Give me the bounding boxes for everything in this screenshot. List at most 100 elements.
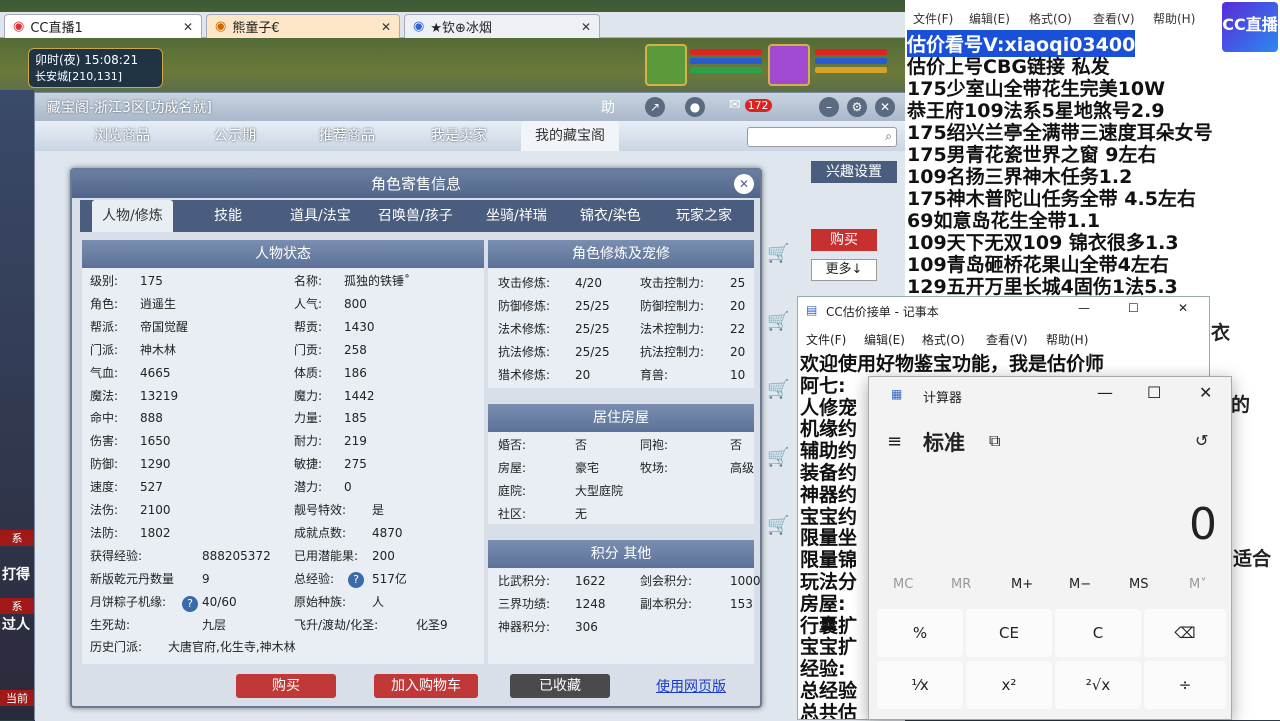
cart-icon[interactable]: 🛒	[767, 515, 789, 536]
nav-public[interactable]: 公示期	[200, 121, 270, 151]
menu-file[interactable]: 文件(F)	[913, 10, 953, 27]
add-to-cart-button[interactable]: 加入购物车	[374, 674, 478, 698]
cbg-nav-bar: 浏览商品 公示期 推荐商品 我是卖家 我的藏宝阁 ⌕	[35, 121, 905, 151]
memory-subtract-button[interactable]: M−	[1069, 577, 1091, 592]
help-icon[interactable]: ?	[182, 596, 198, 612]
menu-view[interactable]: 查看(V)	[1093, 10, 1135, 27]
close-icon[interactable]: ✕	[1199, 383, 1212, 402]
memory-recall-button[interactable]: MR	[951, 577, 971, 592]
info-value: 1000	[730, 574, 761, 588]
menu-edit[interactable]: 编辑(E)	[969, 10, 1010, 27]
web-version-link[interactable]: 使用网页版	[656, 676, 726, 696]
history-icon[interactable]: ↺	[1195, 431, 1208, 450]
help-button[interactable]: 助	[601, 97, 625, 117]
pet-avatar[interactable]	[645, 44, 687, 86]
tab-cc-live[interactable]: ◉ CC直播1 ✕	[4, 14, 202, 38]
close-icon[interactable]: ✕	[734, 174, 754, 194]
cart-icon[interactable]: 🛒	[767, 243, 789, 264]
collected-button[interactable]: 已收藏	[510, 674, 610, 698]
minimize-icon[interactable]: —	[1078, 301, 1090, 315]
menu-format[interactable]: 格式(O)	[922, 331, 965, 348]
menu-help[interactable]: 帮助(H)	[1046, 331, 1088, 348]
info-label: 法术修炼:	[498, 321, 551, 336]
buy-button[interactable]: 购买	[236, 674, 336, 698]
menu-file[interactable]: 文件(F)	[806, 331, 846, 348]
info-label: 房屋:	[498, 460, 527, 475]
stat-value: 1442	[344, 388, 375, 403]
clear-entry-button[interactable]: CE	[966, 609, 1052, 657]
cart-icon[interactable]: ✉ 172	[729, 97, 789, 117]
share-icon[interactable]: ↗	[645, 97, 665, 117]
tab-home[interactable]: 玩家之家	[666, 200, 742, 232]
menu-help[interactable]: 帮助(H)	[1153, 10, 1195, 27]
square-button[interactable]: x²	[966, 661, 1052, 709]
side-label[interactable]: 系	[0, 598, 34, 614]
tab-label: ★钦⊕冰烟	[430, 21, 492, 36]
more-button[interactable]: 更多↓	[811, 259, 877, 281]
tab-xiongtongzi[interactable]: ◉ 熊童子€ ✕	[206, 14, 400, 38]
percent-button[interactable]: %	[877, 609, 963, 657]
browser-tab-bar: ◉ CC直播1 ✕ ◉ 熊童子€ ✕ ◉ ★钦⊕冰烟 ✕	[0, 12, 905, 38]
close-icon[interactable]: ✕	[875, 97, 895, 117]
search-icon[interactable]: ⌕	[885, 129, 892, 144]
stat-label: 成就点数:	[294, 525, 347, 540]
cart-icon[interactable]: 🛒	[767, 447, 789, 468]
side-label[interactable]: 系	[0, 530, 34, 546]
tab-bingyan[interactable]: ◉ ★钦⊕冰烟 ✕	[404, 14, 600, 38]
info-label: 同袍:	[640, 438, 669, 452]
nav-recommend[interactable]: 推荐商品	[305, 121, 389, 151]
divide-button[interactable]: ÷	[1144, 661, 1226, 709]
square-root-button[interactable]: ²√x	[1055, 661, 1141, 709]
stat-value: 275	[344, 457, 367, 472]
menu-edit[interactable]: 编辑(E)	[864, 331, 905, 348]
clear-button[interactable]: C	[1055, 609, 1141, 657]
player-avatar[interactable]	[768, 44, 810, 86]
interest-settings-button[interactable]: 兴趣设置	[811, 161, 897, 183]
record-icon[interactable]: ●	[685, 97, 705, 117]
browser-tab-icon: ◉	[215, 19, 227, 34]
stat-label: 名称:	[294, 274, 323, 288]
info-label: 抗法修炼:	[498, 344, 551, 359]
hamburger-menu-icon[interactable]: ≡	[887, 431, 902, 452]
partial-text: 的	[1231, 394, 1251, 416]
section-heading: 积分 其他	[488, 540, 754, 568]
game-time: 卯时(夜)	[35, 53, 81, 67]
maximize-icon[interactable]: ☐	[1147, 383, 1161, 402]
memory-add-button[interactable]: M+	[1011, 577, 1033, 592]
close-icon[interactable]: ✕	[1178, 301, 1188, 315]
close-icon[interactable]: ✕	[183, 20, 193, 34]
notepad-text[interactable]: 估价看号V:xiaoqi03400 估价上号CBG链接 私发 175少室山全带花生完…	[905, 30, 1280, 298]
cart-icon[interactable]: 🛒	[767, 311, 789, 332]
tab-character[interactable]: 人物/修炼	[92, 200, 173, 232]
search-input[interactable]: ⌕	[747, 127, 897, 147]
maximize-icon[interactable]: ☐	[1128, 301, 1139, 315]
tab-items[interactable]: 道具/法宝	[280, 200, 361, 232]
settings-icon[interactable]: ⚙	[847, 97, 867, 117]
tab-mounts[interactable]: 坐骑/祥瑞	[476, 200, 557, 232]
memory-store-button[interactable]: MS	[1129, 577, 1148, 592]
memory-list-button[interactable]: M˅	[1189, 577, 1207, 592]
tab-skills[interactable]: 技能	[204, 200, 252, 232]
menu-format[interactable]: 格式(O)	[1029, 10, 1072, 27]
keep-on-top-icon[interactable]: ⧉	[989, 431, 1000, 451]
info-value: 153	[730, 596, 753, 611]
nav-my-cbg[interactable]: 我的藏宝阁	[521, 121, 619, 151]
memory-clear-button[interactable]: MC	[893, 577, 913, 592]
tab-pets[interactable]: 召唤兽/孩子	[368, 200, 463, 232]
window-title: 计算器	[923, 391, 963, 406]
close-icon[interactable]: ✕	[381, 20, 391, 34]
minimize-icon[interactable]: –	[819, 97, 839, 117]
tab-costume[interactable]: 锦衣/染色	[570, 200, 651, 232]
close-icon[interactable]: ✕	[581, 20, 591, 34]
cart-icon[interactable]: 🛒	[767, 379, 789, 400]
buy-button[interactable]: 购买	[811, 229, 877, 251]
minimize-icon[interactable]: —	[1097, 383, 1113, 402]
help-icon[interactable]: ?	[348, 572, 364, 588]
backspace-button[interactable]: ⌫	[1144, 609, 1226, 657]
menu-view[interactable]: 查看(V)	[986, 331, 1028, 348]
nav-browse[interactable]: 浏览商品	[80, 121, 164, 151]
reciprocal-button[interactable]: ¹⁄x	[877, 661, 963, 709]
stat-value: 527	[140, 480, 163, 495]
side-label[interactable]: 当前	[0, 690, 34, 706]
nav-seller[interactable]: 我是卖家	[417, 121, 501, 151]
